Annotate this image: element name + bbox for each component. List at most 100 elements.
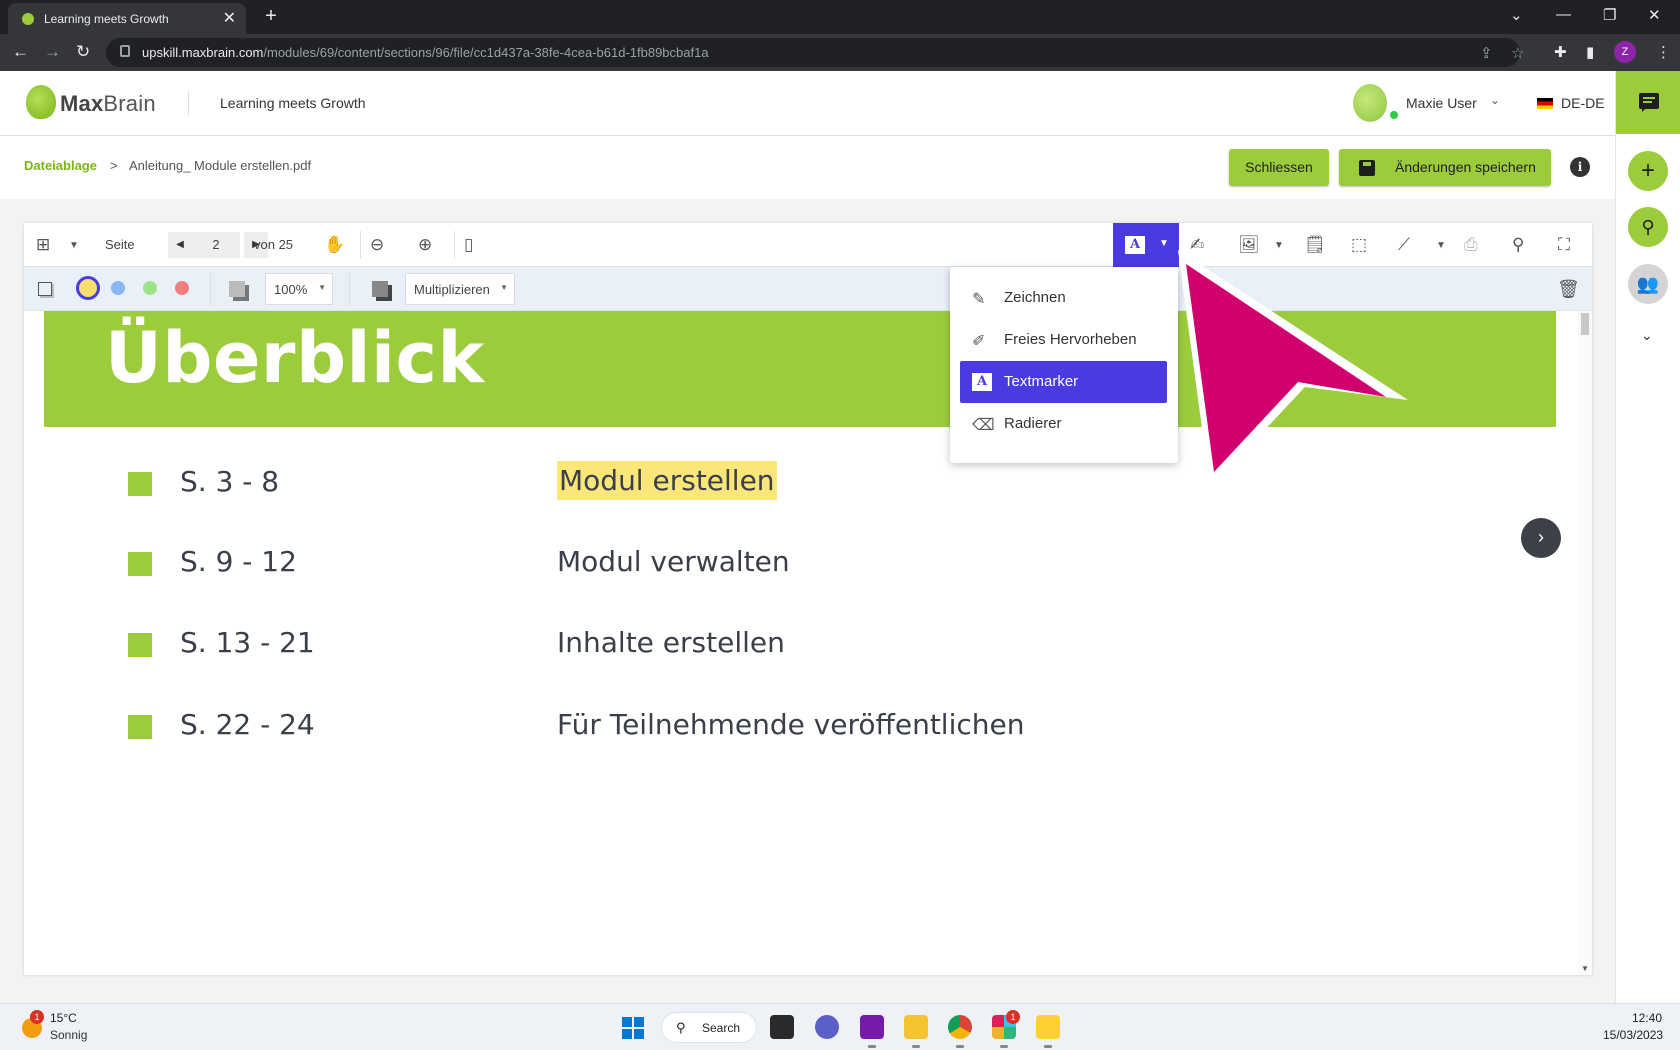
new-tab-button[interactable]: +	[258, 4, 284, 30]
tab-search-chevron-icon[interactable]: ⌄	[1510, 6, 1523, 24]
color-swatch-yellow[interactable]	[76, 276, 100, 300]
chevron-down-icon[interactable]: ⌄	[1490, 93, 1500, 107]
fullscreen-icon[interactable]: ⛶	[1558, 235, 1570, 255]
page-layout-icon[interactable]: ▯	[464, 235, 473, 255]
text-highlight-icon: A	[972, 373, 992, 391]
color-swatch-green[interactable]	[143, 281, 157, 295]
breadcrumb-root-link[interactable]: Dateiablage	[24, 158, 97, 173]
profile-avatar[interactable]: Z	[1614, 41, 1636, 63]
search-icon[interactable]: ⚲	[1628, 207, 1668, 247]
opacity-select[interactable]: 100% ▼	[265, 273, 333, 305]
select-caret-icon: ▼	[318, 283, 326, 292]
weather-badge: 1	[30, 1010, 44, 1024]
online-status-dot	[1390, 111, 1398, 119]
page-number-input[interactable]: 2	[192, 232, 240, 258]
bookmark-star-icon[interactable]: ☆	[1511, 44, 1524, 62]
windows-taskbar: 1 15°C Sonnig ⚲ Search 1 12:40 15/03/202…	[0, 1003, 1680, 1050]
close-button[interactable]: Schliessen	[1229, 149, 1329, 186]
previous-page-button[interactable]: ◀	[168, 232, 192, 258]
blend-mode-select[interactable]: Multiplizieren ▼	[405, 273, 515, 305]
line-dropdown-icon[interactable]: ▼	[1436, 240, 1446, 251]
miro-icon[interactable]	[1036, 1015, 1060, 1048]
thumbnails-dropdown-icon[interactable]: ▼	[69, 240, 79, 251]
german-flag-icon[interactable]	[1537, 98, 1553, 109]
text-highlight-icon: A	[1125, 236, 1145, 254]
menu-item-textmarker[interactable]: A Textmarker	[960, 361, 1167, 403]
border-style-icon[interactable]	[38, 282, 52, 296]
weather-temperature[interactable]: 15°C	[50, 1011, 77, 1025]
trash-icon[interactable]: 🗑	[1557, 279, 1580, 300]
weather-description[interactable]: Sonnig	[50, 1028, 87, 1042]
file-explorer-icon[interactable]	[904, 1015, 928, 1048]
address-bar[interactable]: upskill.maxbrain.com/modules/69/content/…	[106, 38, 1524, 67]
print-icon[interactable]: ⎙	[1464, 235, 1478, 255]
save-changes-button[interactable]: Änderungen speichern	[1339, 149, 1551, 186]
eraser-icon: ⌫	[972, 417, 995, 434]
clock-date[interactable]: 15/03/2023	[1603, 1028, 1663, 1042]
add-button[interactable]: +	[1628, 151, 1668, 191]
extensions-puzzle-icon[interactable]: ✚	[1554, 43, 1567, 61]
viewer-scrollbar[interactable]: ▼	[1578, 311, 1592, 975]
menu-item-freies-hervorheben[interactable]: ✐ Freies Hervorheben	[960, 319, 1167, 361]
tool-dropdown-arrow-icon[interactable]: ▼	[1159, 238, 1169, 249]
toc-title[interactable]: Für Teilnehmende veröffentlichen	[557, 708, 1024, 741]
minimize-window-icon[interactable]: —	[1556, 6, 1571, 23]
back-arrow-icon[interactable]: ←	[12, 42, 29, 62]
browser-tab[interactable]: Learning meets Growth ✕	[8, 3, 246, 34]
toc-title[interactable]: Modul verwalten	[557, 545, 790, 578]
menu-item-radierer[interactable]: ⌫ Radierer	[960, 403, 1167, 445]
color-swatch-red[interactable]	[175, 281, 189, 295]
taskbar-search[interactable]: ⚲ Search	[661, 1012, 757, 1043]
breadcrumb-separator: >	[110, 158, 118, 173]
clock-time[interactable]: 12:40	[1632, 1011, 1662, 1025]
windows-start-icon[interactable]	[622, 1017, 644, 1039]
color-swatch-blue[interactable]	[111, 281, 125, 295]
toc-bullet	[128, 715, 152, 739]
chrome-icon[interactable]	[948, 1015, 972, 1048]
task-view-icon[interactable]	[770, 1015, 794, 1039]
pan-hand-icon[interactable]: ✋	[324, 235, 345, 255]
taskbar-search-label: Search	[702, 1021, 741, 1035]
side-panel-icon[interactable]: ▮	[1586, 43, 1594, 61]
browser-tab-bar: Learning meets Growth ✕ + ⌄ — ❐ ✕	[0, 0, 1680, 34]
toc-title-highlighted[interactable]: Modul erstellen	[557, 461, 777, 500]
reload-icon[interactable]: ↻	[76, 42, 90, 62]
close-window-icon[interactable]: ✕	[1648, 6, 1661, 24]
page-title: Überblick	[105, 317, 485, 399]
thumbnails-grid-icon[interactable]: ⊞	[36, 235, 50, 255]
tab-close-icon[interactable]: ✕	[223, 8, 236, 28]
teams-chat-icon[interactable]	[815, 1015, 839, 1039]
highlighter-icon: ✐	[972, 333, 986, 350]
menu-item-label: Freies Hervorheben	[1004, 331, 1137, 348]
toc-title[interactable]: Inhalte erstellen	[557, 626, 785, 659]
menu-item-zeichnen[interactable]: ✎ Zeichnen	[960, 277, 1167, 319]
browser-menu-icon[interactable]: ⋮	[1656, 43, 1671, 61]
maxbrain-logo-icon[interactable]	[26, 85, 56, 119]
share-icon[interactable]: ⇪	[1480, 44, 1493, 62]
expand-chevron-icon[interactable]: ⌄	[1641, 327, 1653, 344]
user-menu-name[interactable]: Maxie User	[1406, 95, 1477, 111]
blend-mode-value: Multiplizieren	[414, 282, 490, 297]
user-avatar[interactable]	[1353, 84, 1387, 122]
breadcrumb-current-file: Anleitung_ Module erstellen.pdf	[129, 158, 312, 173]
group-icon[interactable]: 👥	[1628, 264, 1668, 304]
select-caret-icon: ▼	[500, 283, 508, 292]
scrollbar-thumb[interactable]	[1581, 313, 1589, 335]
toc-pages: S. 3 - 8	[180, 465, 280, 498]
save-disk-icon	[1359, 160, 1375, 176]
site-favicon-icon	[22, 13, 34, 25]
forward-arrow-icon[interactable]: →	[44, 42, 61, 62]
chat-button[interactable]	[1616, 71, 1680, 134]
next-page-chevron-button[interactable]: ›	[1521, 518, 1561, 558]
language-selector[interactable]: DE-DE	[1561, 95, 1605, 111]
search-icon: ⚲	[676, 1020, 686, 1035]
restore-window-icon[interactable]: ❐	[1603, 6, 1616, 24]
header-divider	[188, 91, 189, 115]
scroll-down-arrow-icon[interactable]: ▼	[1581, 964, 1589, 973]
find-search-icon[interactable]: ⚲	[1512, 235, 1524, 255]
onenote-icon[interactable]	[860, 1015, 884, 1048]
zoom-out-icon[interactable]: ⊖	[370, 235, 384, 255]
zoom-in-icon[interactable]: ⊕	[418, 235, 432, 255]
maxbrain-logo-text[interactable]: MaxBrain	[60, 91, 156, 117]
info-icon[interactable]: i	[1570, 157, 1590, 177]
